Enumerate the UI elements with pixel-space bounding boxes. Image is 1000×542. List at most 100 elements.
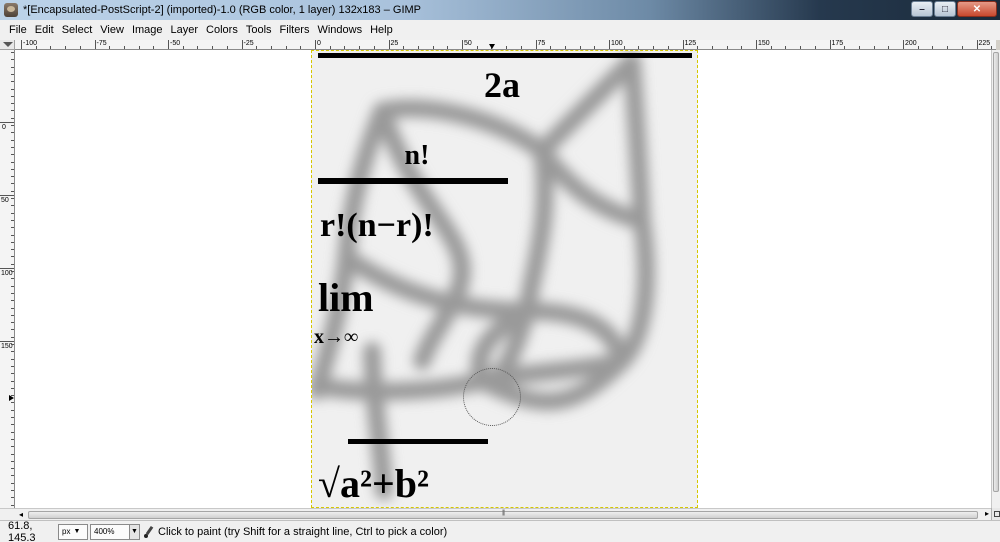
ruler-major-tick — [388, 40, 390, 49]
canvas-area[interactable]: 2a n! r!(n−r)! lim x→∞ √a²+b² — [15, 50, 991, 508]
ruler-minor-tick — [638, 46, 640, 49]
navigate-icon[interactable] — [991, 508, 1000, 520]
horizontal-scrollbar[interactable]: ◂ — [0, 508, 1000, 520]
ruler-minor-tick — [270, 46, 272, 49]
menu-windows[interactable]: Windows — [313, 24, 366, 36]
ruler-minor-tick — [520, 46, 522, 49]
window-title: *[Encapsulated-PostScript-2] (imported)-… — [23, 4, 422, 16]
ruler-minor-tick — [11, 234, 14, 236]
image-canvas[interactable]: 2a n! r!(n−r)! lim x→∞ √a²+b² — [311, 50, 698, 508]
zoom-dropdown-arrow-icon[interactable]: ▼ — [130, 523, 140, 540]
ruler-minor-tick — [11, 73, 14, 75]
unit-selector[interactable]: px ▼ — [58, 523, 88, 540]
ruler-minor-tick — [11, 81, 14, 83]
ruler-minor-tick — [11, 227, 14, 229]
ruler-major-tick — [0, 122, 14, 123]
ruler-minor-tick — [11, 431, 14, 433]
ruler-minor-tick — [11, 424, 14, 426]
ruler-minor-tick — [153, 46, 155, 49]
ruler-minor-tick — [11, 139, 14, 141]
ruler-minor-tick — [11, 168, 14, 170]
sqrt-overline — [348, 439, 488, 444]
ruler-minor-tick — [741, 46, 743, 49]
quick-mask-corner-button[interactable] — [0, 40, 15, 50]
ruler-minor-tick — [11, 249, 14, 251]
minimize-button[interactable]: – — [911, 1, 933, 17]
menu-image[interactable]: Image — [128, 24, 167, 36]
formula-denominator-text: r!(n−r)! — [320, 207, 434, 244]
ruler-major-tick — [168, 40, 169, 49]
ruler-minor-tick — [11, 497, 14, 499]
horizontal-ruler-label: 75 — [537, 40, 546, 47]
pointer-coordinates: 61.8, 145.3 — [8, 519, 36, 542]
ruler-major-tick — [0, 195, 14, 196]
ruler-minor-tick — [11, 329, 14, 331]
close-button[interactable]: ✕ — [957, 1, 997, 17]
ruler-minor-tick — [506, 46, 508, 49]
formula-lim-subscript-text: x→∞ — [314, 326, 358, 348]
menu-tools[interactable]: Tools — [242, 24, 276, 36]
ruler-minor-tick — [11, 365, 14, 367]
ruler-minor-tick — [226, 46, 228, 49]
ruler-minor-tick — [11, 241, 14, 243]
zoom-selector[interactable]: 400% — [90, 523, 130, 540]
ruler-minor-tick — [11, 212, 14, 214]
paintbrush-icon — [143, 526, 155, 538]
title-bar[interactable]: *[Encapsulated-PostScript-2] (imported)-… — [0, 0, 1000, 20]
ruler-major-tick — [976, 40, 978, 49]
ruler-minor-tick — [11, 95, 14, 97]
gimp-window: *[Encapsulated-PostScript-2] (imported)-… — [0, 0, 1000, 542]
ruler-minor-tick — [11, 387, 14, 389]
ruler-minor-tick — [11, 66, 14, 68]
scroll-left-button[interactable]: ◂ — [16, 510, 26, 520]
menu-layer[interactable]: Layer — [167, 24, 203, 36]
menu-select[interactable]: Select — [58, 24, 97, 36]
unit-dropdown-arrow-icon: ▼ — [73, 528, 81, 535]
ruler-minor-tick — [11, 475, 14, 477]
horizontal-ruler-label: -75 — [96, 40, 107, 47]
ruler-minor-tick — [11, 307, 14, 309]
ruler-minor-tick — [11, 146, 14, 148]
ruler-major-tick — [0, 268, 14, 269]
ruler-major-tick — [903, 40, 904, 49]
vertical-scrollbar[interactable] — [991, 50, 1000, 508]
ruler-minor-tick — [329, 46, 331, 49]
menu-colors[interactable]: Colors — [202, 24, 242, 36]
ruler-minor-tick — [197, 46, 199, 49]
ruler-minor-tick — [300, 46, 302, 49]
ruler-major-tick — [462, 40, 463, 49]
menu-file[interactable]: File — [5, 24, 31, 36]
menu-filters[interactable]: Filters — [276, 24, 314, 36]
horizontal-ruler-label: 100 — [611, 40, 623, 47]
ruler-minor-tick — [11, 460, 14, 462]
menu-view[interactable]: View — [96, 24, 128, 36]
ruler-minor-tick — [11, 132, 14, 134]
ruler-minor-tick — [11, 271, 14, 272]
formula-top-text: 2a — [484, 65, 520, 105]
ruler-major-tick — [535, 40, 537, 49]
vertical-scrollbar-thumb[interactable] — [993, 52, 999, 492]
horizontal-ruler[interactable]: -100 -75 -50 -25 0 25 50 75 100 125 150 175 200 225 — [15, 40, 996, 50]
menu-help[interactable]: Help — [366, 24, 397, 36]
ruler-minor-tick — [11, 125, 14, 126]
ruler-minor-tick — [11, 161, 14, 163]
ruler-minor-tick — [623, 46, 625, 49]
ruler-minor-tick — [403, 46, 405, 49]
formula-sqrt-text: √a²+b² — [318, 461, 429, 506]
ruler-minor-tick — [991, 46, 993, 49]
window-controls: – □ ✕ — [911, 1, 997, 17]
ruler-major-tick — [94, 40, 96, 49]
horizontal-ruler-label: 0 — [317, 40, 321, 47]
vertical-ruler[interactable]: 0 50 100 150 — [0, 50, 15, 508]
ruler-minor-tick — [11, 504, 14, 506]
ruler-minor-tick — [447, 46, 449, 49]
ruler-minor-tick — [35, 46, 37, 49]
maximize-button[interactable]: □ — [934, 1, 956, 17]
menu-bar: File Edit Select View Image Layer Colors… — [0, 20, 1000, 40]
vertical-ruler-label: 150 — [1, 343, 13, 350]
horizontal-ruler-label: 200 — [905, 40, 917, 47]
formula-lim-text: lim — [318, 275, 374, 320]
menu-edit[interactable]: Edit — [31, 24, 58, 36]
ruler-minor-tick — [961, 46, 963, 49]
vertical-ruler-label: 0 — [2, 124, 6, 131]
